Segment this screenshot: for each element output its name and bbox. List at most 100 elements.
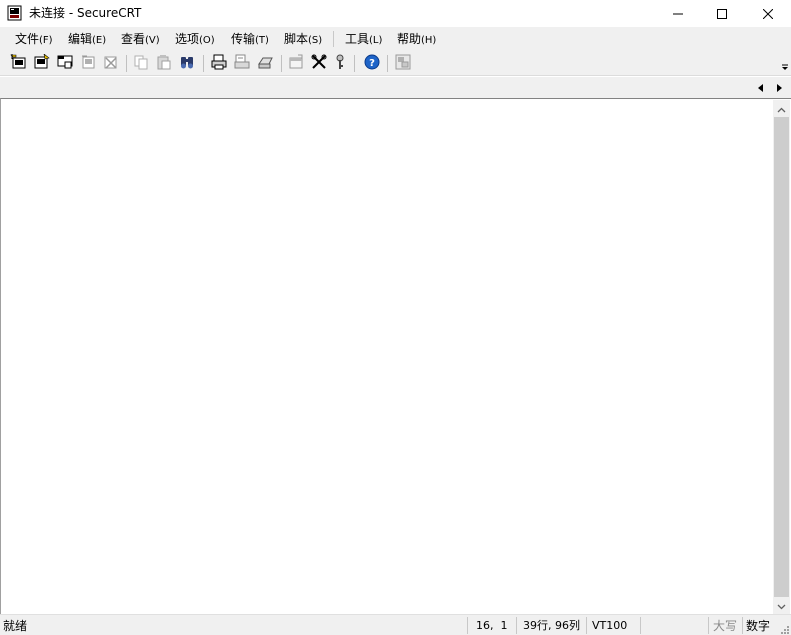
- menu-tools-hotkey: (L): [369, 35, 383, 46]
- maximize-button[interactable]: [699, 0, 745, 27]
- title-bar[interactable]: 未连接 - SecureCRT: [0, 0, 791, 27]
- status-separator: [516, 617, 517, 634]
- status-separator: [586, 617, 587, 634]
- quick-connect-button[interactable]: [32, 52, 51, 73]
- svg-text:?: ?: [369, 58, 375, 69]
- status-separator: [467, 617, 468, 634]
- toolbar-separator: [203, 55, 204, 72]
- menu-tools-label: 工具: [345, 32, 370, 46]
- toolbar: ?: [0, 51, 791, 76]
- tab-scroll-right-icon[interactable]: [774, 82, 784, 92]
- menu-options-hotkey: (O): [199, 35, 215, 46]
- toolbar-separator: [281, 55, 282, 72]
- print-icon: [211, 54, 228, 73]
- minimize-button[interactable]: [655, 0, 701, 27]
- connect-button[interactable]: [9, 53, 28, 73]
- print-button[interactable]: [210, 54, 229, 72]
- copy-button[interactable]: [132, 54, 151, 72]
- copy-icon: [133, 54, 150, 73]
- disconnect-button[interactable]: [101, 54, 120, 72]
- disconnect-icon: [102, 54, 119, 73]
- menu-view-label: 查看: [121, 32, 146, 46]
- close-button[interactable]: [745, 0, 791, 27]
- global-options-icon: [311, 54, 328, 73]
- toolbar-separator: [354, 55, 355, 72]
- status-separator: [742, 617, 743, 634]
- session-options-button[interactable]: [287, 54, 306, 72]
- menu-options-label: 选项: [175, 32, 200, 46]
- paste-icon: [156, 54, 173, 73]
- vertical-scrollbar[interactable]: [773, 100, 790, 614]
- paste-button[interactable]: [155, 54, 174, 72]
- menu-tools[interactable]: 工具(L): [344, 30, 383, 48]
- help-button[interactable]: ?: [363, 54, 382, 72]
- status-cursor-position: 16, 1: [476, 619, 508, 632]
- menu-help-label: 帮助: [397, 32, 422, 46]
- scroll-thumb[interactable]: [774, 117, 789, 597]
- session-options-icon: [288, 54, 305, 73]
- status-terminal-size: 39行, 96列: [523, 619, 580, 632]
- menu-edit-label: 编辑: [68, 32, 93, 46]
- toolbar-overflow-chevron[interactable]: [781, 56, 789, 72]
- menu-options[interactable]: 选项(O): [174, 30, 216, 48]
- quick-connect-icon: [33, 52, 50, 73]
- keymap-button[interactable]: [331, 54, 350, 72]
- print-selection-button[interactable]: [233, 54, 252, 72]
- menu-edit-hotkey: (E): [92, 35, 107, 46]
- reconnect-button[interactable]: [79, 54, 98, 72]
- menu-help-hotkey: (H): [421, 35, 437, 46]
- menu-view[interactable]: 查看(V): [120, 30, 161, 48]
- menu-file[interactable]: 文件(F): [14, 30, 54, 48]
- connect-in-tab-button[interactable]: [56, 54, 75, 72]
- chevron-down-icon: [777, 599, 786, 613]
- tab-scroll-left-icon[interactable]: [756, 82, 766, 92]
- maximize-icon: [717, 8, 727, 19]
- status-num-lock: 数字: [746, 619, 771, 633]
- menu-script-label: 脚本: [284, 32, 309, 46]
- find-button[interactable]: [178, 54, 197, 72]
- menu-transfer-label: 传输: [231, 32, 256, 46]
- toolbar-separator: [126, 55, 127, 72]
- menu-edit[interactable]: 编辑(E): [67, 30, 107, 48]
- status-separator: [640, 617, 641, 634]
- window-title: 未连接 - SecureCRT: [29, 6, 142, 20]
- status-bar: 就绪 16, 1 39行, 96列 VT100 大写 数字: [0, 614, 791, 635]
- menu-transfer-hotkey: (T): [255, 35, 269, 46]
- connect-in-tab-icon: [57, 54, 74, 73]
- menu-file-label: 文件: [15, 32, 40, 46]
- menu-script-hotkey: (S): [308, 35, 323, 46]
- sftp-icon: [395, 54, 412, 73]
- help-icon: ?: [364, 54, 381, 73]
- status-separator: [708, 617, 709, 634]
- close-icon: [763, 8, 773, 19]
- resize-grip-icon[interactable]: [780, 624, 790, 634]
- terminal-view[interactable]: [2, 100, 772, 614]
- menu-transfer[interactable]: 传输(T): [230, 30, 270, 48]
- chevron-up-icon: [777, 102, 786, 116]
- sftp-button[interactable]: [394, 54, 413, 72]
- minimize-icon: [673, 9, 683, 19]
- menu-help[interactable]: 帮助(H): [396, 30, 437, 48]
- reconnect-icon: [80, 54, 97, 73]
- status-caps-lock: 大写: [713, 619, 738, 633]
- menu-bar: 文件(F) 编辑(E) 查看(V) 选项(O) 传输(T) 脚本(S) 工具(L…: [0, 27, 791, 51]
- terminal-pane: [0, 98, 791, 614]
- connect-icon: [10, 53, 27, 73]
- status-ready-text: 就绪: [3, 619, 28, 633]
- find-icon: [179, 54, 196, 73]
- scroll-up-button[interactable]: [773, 100, 790, 117]
- status-emulation: VT100: [592, 619, 628, 632]
- securecrt-app-icon: [7, 5, 23, 21]
- print-selection-icon: [234, 54, 251, 73]
- menu-separator: [333, 31, 334, 47]
- print-setup-icon: [257, 54, 274, 73]
- menu-script[interactable]: 脚本(S): [283, 30, 323, 48]
- print-setup-button[interactable]: [256, 54, 275, 72]
- toolbar-separator: [387, 55, 388, 72]
- keymap-icon: [332, 54, 349, 73]
- menu-file-hotkey: (F): [39, 35, 53, 46]
- scroll-down-button[interactable]: [773, 597, 790, 614]
- menu-view-hotkey: (V): [145, 35, 160, 46]
- session-tab-strip: [0, 77, 791, 98]
- global-options-button[interactable]: [310, 54, 329, 72]
